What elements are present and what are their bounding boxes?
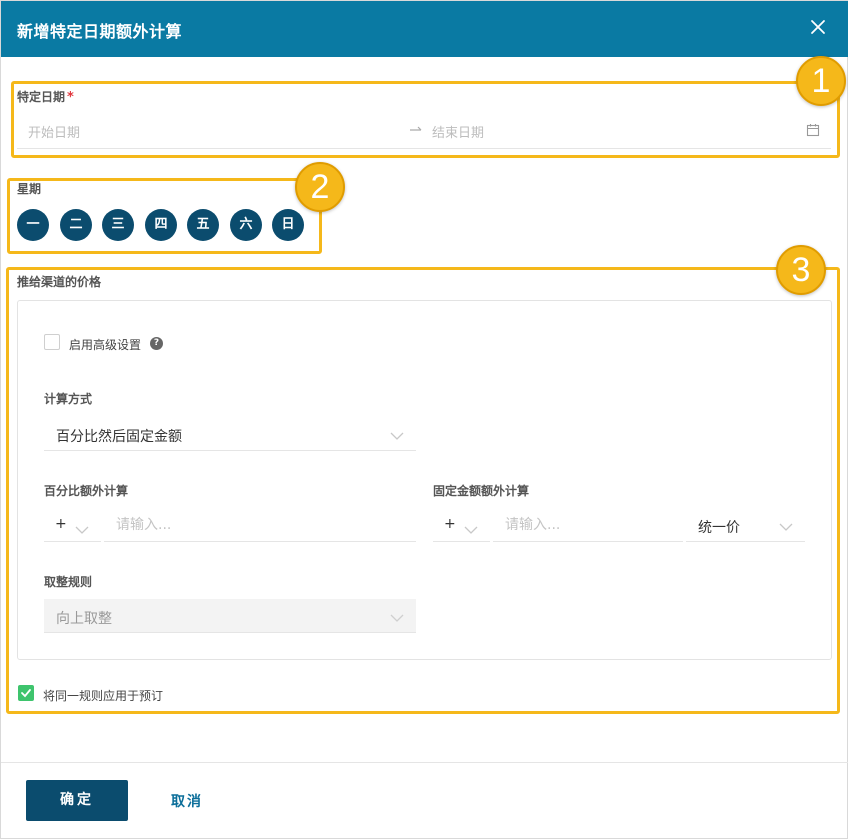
help-icon[interactable]: ? (150, 337, 163, 350)
dialog: 新增特定日期额外计算 特定日期 * 开始日期 结束日期 星期 一 二 三 四 五 … (0, 0, 848, 839)
confirm-button[interactable]: 确定 (26, 780, 128, 821)
arrow-right-icon (409, 121, 423, 135)
calendar-icon[interactable] (806, 122, 820, 137)
check-icon (21, 689, 31, 698)
annotation-badge-3: 3 (776, 245, 826, 295)
weekday-button-mon[interactable]: 一 (17, 209, 49, 241)
rounding-value: 向上取整 (56, 611, 112, 627)
calc-method-select[interactable]: 百分比然后固定金额 (44, 417, 416, 451)
percent-operator-select[interactable]: + (44, 508, 101, 542)
price-mode-select[interactable]: 统一价 (686, 508, 805, 542)
chevron-down-icon (390, 429, 404, 440)
chevron-down-icon (75, 520, 89, 534)
footer-divider (1, 762, 848, 763)
rounding-select: 向上取整 (44, 599, 416, 633)
apply-to-booking-label: 将同一规则应用于预订 (43, 689, 164, 703)
percent-operator-value: + (55, 516, 67, 532)
weekday-button-fri[interactable]: 五 (187, 209, 219, 241)
fixed-extra-label: 固定金额额外计算 (433, 484, 530, 498)
start-date-placeholder[interactable]: 开始日期 (28, 122, 80, 141)
weekday-button-sun[interactable]: 日 (272, 209, 304, 241)
dialog-title: 新增特定日期额外计算 (17, 22, 183, 41)
percent-extra-input[interactable] (104, 508, 416, 542)
annotation-badge-2: 2 (295, 162, 345, 212)
percent-extra-label: 百分比额外计算 (44, 484, 129, 498)
calc-method-value: 百分比然后固定金额 (56, 429, 182, 445)
close-icon[interactable] (807, 16, 829, 38)
rounding-label: 取整规则 (44, 575, 93, 589)
chevron-down-icon (464, 520, 478, 534)
weekday-button-tue[interactable]: 二 (60, 209, 92, 241)
fixed-operator-select[interactable]: + (433, 508, 490, 542)
weekdays-label: 星期 (17, 182, 42, 196)
weekday-button-sat[interactable]: 六 (230, 209, 262, 241)
date-range-label-text: 特定日期 (17, 90, 66, 104)
date-range-picker[interactable]: 开始日期 结束日期 (17, 113, 831, 149)
weekday-button-thu[interactable]: 四 (145, 209, 177, 241)
advanced-settings-checkbox[interactable] (44, 334, 60, 350)
chevron-down-icon (390, 611, 404, 622)
channel-price-panel: 启用高级设置 ? 计算方式 百分比然后固定金额 百分比额外计算 + 固定金额额外… (17, 300, 832, 660)
fixed-extra-input[interactable] (493, 508, 683, 542)
required-mark: * (67, 90, 74, 105)
cancel-button[interactable]: 取消 (171, 791, 203, 811)
weekday-button-wed[interactable]: 三 (102, 209, 134, 241)
fixed-operator-value: + (444, 516, 456, 532)
apply-to-booking-checkbox[interactable] (18, 685, 34, 701)
annotation-badge-1: 1 (796, 56, 846, 106)
calc-method-label: 计算方式 (44, 392, 93, 406)
chevron-down-icon (779, 520, 793, 531)
channel-price-label: 推给渠道的价格 (17, 275, 102, 289)
price-mode-value: 统一价 (698, 520, 740, 536)
advanced-settings-label: 启用高级设置 (69, 338, 142, 352)
dialog-header: 新增特定日期额外计算 (1, 1, 848, 57)
date-range-label: 特定日期 * (17, 88, 74, 105)
end-date-placeholder[interactable]: 结束日期 (432, 122, 484, 141)
